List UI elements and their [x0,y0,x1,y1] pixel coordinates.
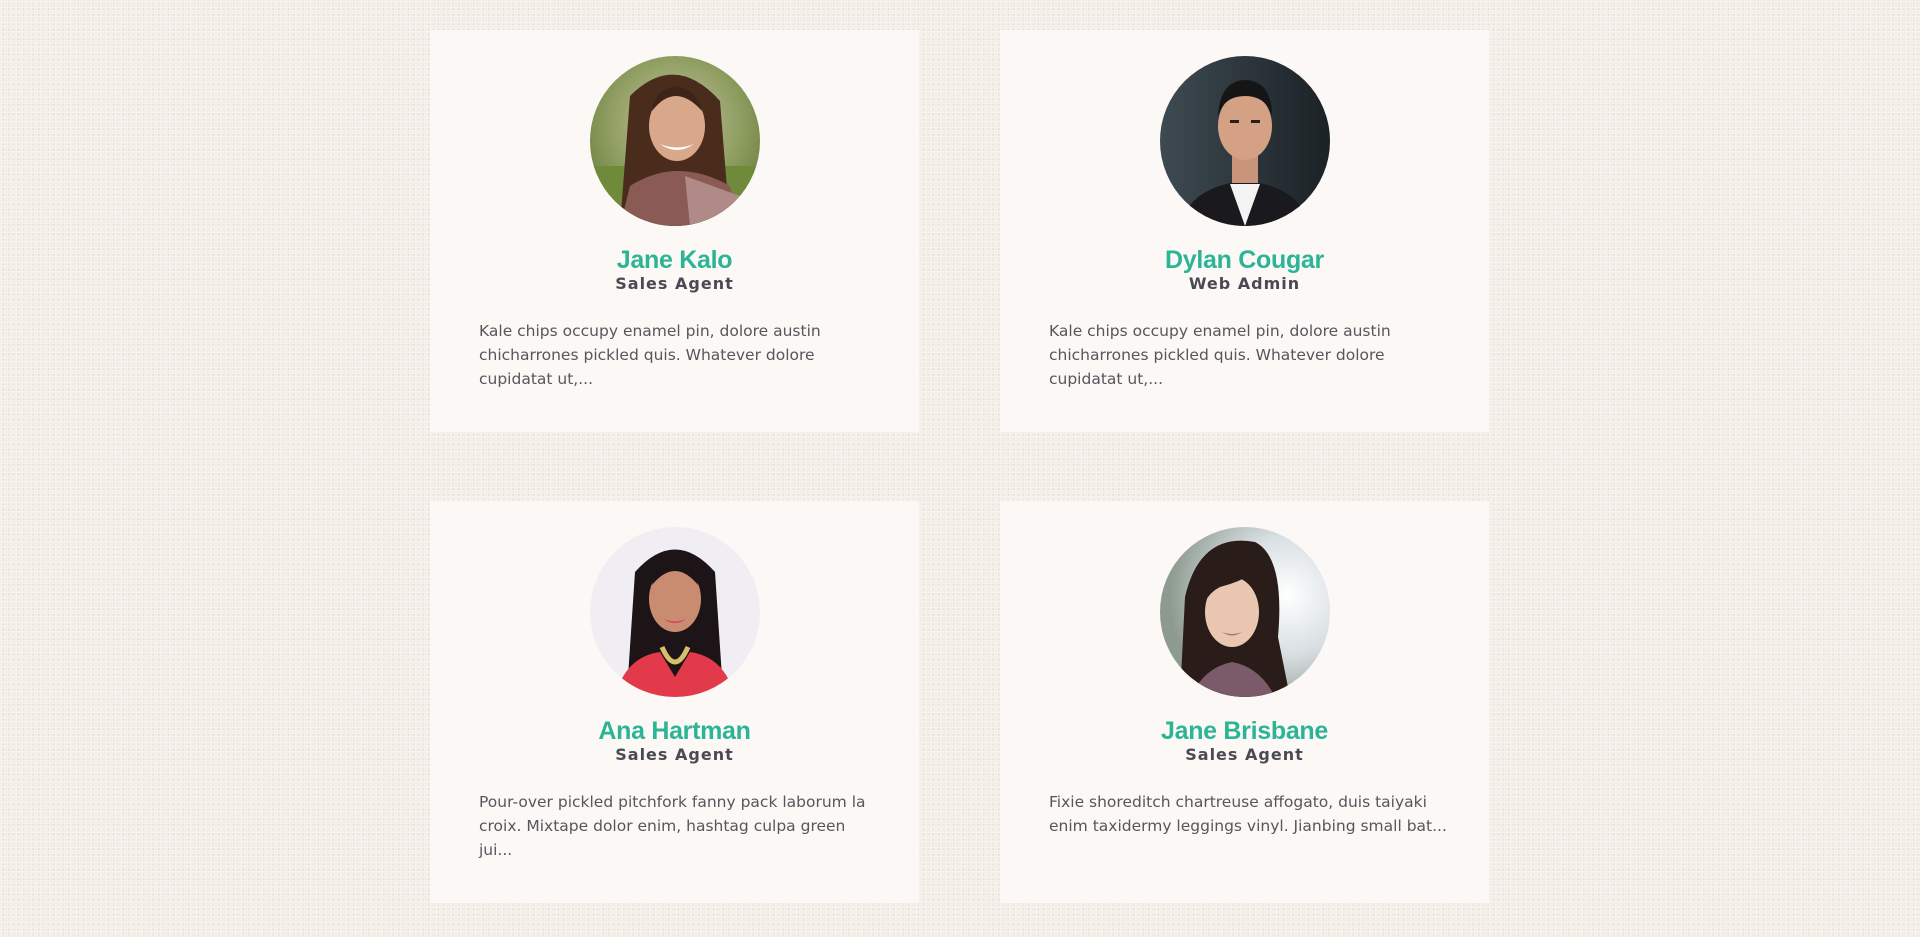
portrait-photo [589,527,760,697]
team-card: Ana Hartman Sales Agent Pour-over pickle… [430,501,919,903]
team-card: Jane Kalo Sales Agent Kale chips occupy … [430,30,919,432]
member-name: Dylan Cougar [1165,246,1324,274]
team-grid: Jane Kalo Sales Agent Kale chips occupy … [430,30,1490,903]
portrait-photo [589,56,760,226]
member-name: Jane Kalo [616,246,733,274]
avatar [1159,56,1330,226]
member-role: Sales Agent [615,274,734,293]
member-bio: Fixie shoreditch chartreuse affogato, du… [1049,793,1447,835]
member-name: Ana Hartman [598,717,751,745]
portrait-photo [1159,56,1330,226]
member-role: Sales Agent [1185,745,1304,764]
member-bio: Pour-over pickled pitchfork fanny pack l… [479,793,866,859]
avatar [1159,527,1330,697]
team-card: Jane Brisbane Sales Agent Fixie shoredit… [1000,501,1489,903]
member-name: Jane Brisbane [1160,717,1328,745]
team-card: Dylan Cougar Web Admin Kale chips occupy… [1000,30,1489,432]
member-role: Sales Agent [615,745,734,764]
avatar [589,56,760,226]
avatar [589,527,760,697]
member-bio: Kale chips occupy enamel pin, dolore aus… [479,322,821,388]
portrait-photo [1159,527,1330,697]
member-role: Web Admin [1188,274,1301,293]
member-bio: Kale chips occupy enamel pin, dolore aus… [1049,322,1391,388]
